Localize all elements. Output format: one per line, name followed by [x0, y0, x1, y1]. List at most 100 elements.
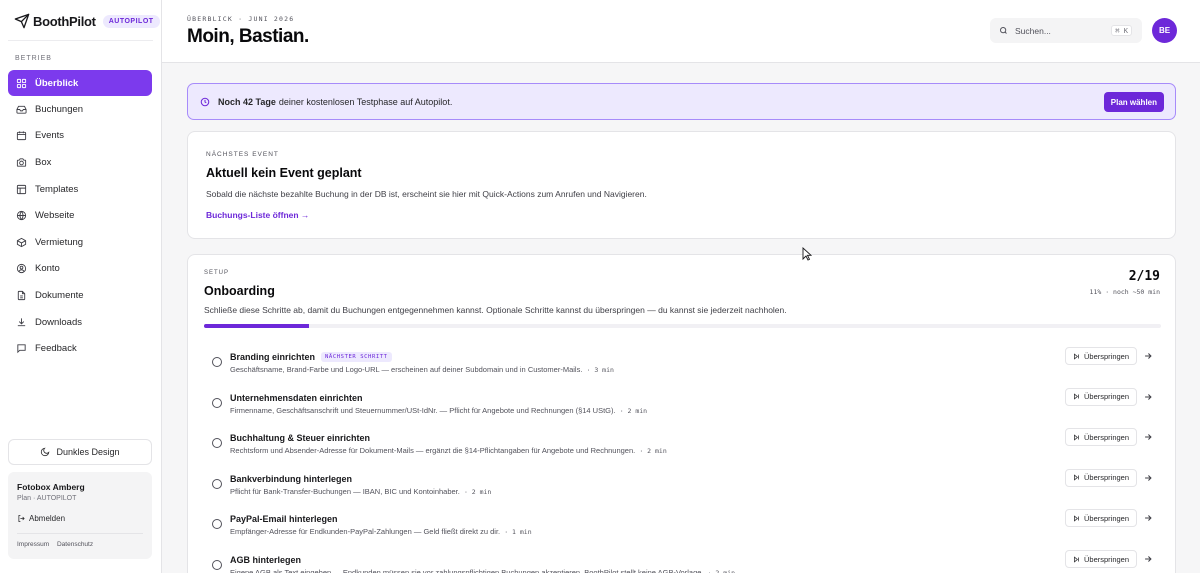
arrow-right-icon[interactable]: [1143, 392, 1153, 402]
logout-icon: [18, 515, 25, 522]
step-checkbox[interactable]: [212, 357, 222, 367]
onboarding-step[interactable]: Unternehmensdaten einrichten Firmenname, …: [204, 387, 1161, 431]
skip-label: Überspringen: [1084, 392, 1130, 402]
clock-icon: [200, 97, 210, 106]
arrow-right-icon[interactable]: [1143, 513, 1153, 523]
step-description: Pflicht für Bank-Transfer-Buchungen — IB…: [230, 486, 460, 496]
sidebar-item-label: Templates: [35, 183, 79, 195]
sidebar-item-label: Buchungen: [35, 103, 84, 115]
skip-forward-icon: [1074, 515, 1079, 522]
skip-button[interactable]: Überspringen: [1065, 468, 1137, 487]
skip-label: Überspringen: [1084, 432, 1130, 442]
account-card: Fotobox Amberg Plan · AUTOPILOT Abmelden…: [8, 472, 152, 559]
search-icon: [1000, 27, 1007, 34]
sidebar-item-label: Dokumente: [35, 289, 84, 301]
step-title: Branding einrichten: [230, 352, 316, 362]
step-title: Bankverbindung hinterlegen: [230, 473, 353, 484]
step-checkbox[interactable]: [212, 438, 222, 449]
sidebar-item-buchungen[interactable]: Buchungen: [8, 96, 152, 123]
sidebar-item-label: Überblick: [35, 77, 79, 89]
layout-icon: [16, 184, 27, 194]
arrow-right-icon[interactable]: [1143, 351, 1153, 361]
step-checkbox[interactable]: [212, 560, 222, 570]
skip-button[interactable]: Überspringen: [1065, 550, 1137, 568]
open-bookings-link[interactable]: Buchungs-Liste öffnen →: [206, 210, 309, 220]
sidebar-item-webseite[interactable]: Webseite: [8, 202, 152, 229]
footer-links: Impressum Datenschutz: [17, 541, 99, 548]
sidebar-item-dokumente[interactable]: Dokumente: [8, 282, 152, 309]
datenschutz-link[interactable]: Datenschutz: [57, 541, 93, 548]
step-title-row: Unternehmensdaten einrichten: [230, 393, 363, 403]
sidebar-item-box[interactable]: Box: [8, 149, 152, 176]
sidebar-item-downloads[interactable]: Downloads: [8, 309, 152, 336]
step-checkbox[interactable]: [212, 397, 222, 408]
onboarding-step[interactable]: Bankverbindung hinterlegen Pflicht für Ba…: [204, 468, 1161, 512]
sidebar-item-label: Events: [35, 130, 65, 142]
logout-label: Abmelden: [29, 514, 66, 523]
step-duration: · 3 min: [586, 366, 614, 374]
step-duration: · 2 min: [463, 487, 492, 496]
step-duration: · 2 min: [639, 447, 667, 456]
camera-icon: [16, 158, 27, 167]
step-duration: · 1 min: [504, 528, 532, 537]
onboarding-step[interactable]: Branding einrichten NÄCHSTER SCHRITT Gesch…: [204, 347, 1161, 390]
mouse-cursor-icon: [802, 247, 812, 261]
account-plan: Plan · AUTOPILOT: [17, 495, 77, 502]
step-title-row: AGB hinterlegen: [230, 555, 301, 565]
skip-label: Überspringen: [1084, 554, 1130, 564]
sidebar-item-feedback[interactable]: Feedback: [8, 335, 152, 362]
step-checkbox[interactable]: [212, 478, 222, 489]
progress-fill: [204, 324, 310, 328]
brand-name: BoothPilot: [33, 13, 96, 29]
choose-plan-button[interactable]: Plan wählen: [1103, 92, 1164, 112]
brand[interactable]: BoothPilot AUTOPILOT: [14, 12, 160, 30]
onboarding-step[interactable]: PayPal-Email hinterlegen Empfänger-Adress…: [204, 509, 1161, 552]
logout-link[interactable]: Abmelden: [17, 514, 65, 523]
sidebar-item-konto[interactable]: Konto: [8, 256, 152, 283]
dark-mode-toggle[interactable]: Dunkles Design: [8, 439, 152, 465]
divider: [8, 40, 153, 41]
sidebar-item-templates[interactable]: Templates: [8, 176, 152, 203]
card-eyebrow: SETUP: [204, 270, 230, 276]
progress-meta: 11% · noch ~50 min: [1089, 288, 1160, 296]
skip-label: Überspringen: [1084, 351, 1130, 361]
onboarding-step[interactable]: Buchhaltung & Steuer einrichten Rechtsfor…: [204, 428, 1161, 471]
step-description-row: Empfänger-Adresse für Endkunden-PayPal-Z…: [230, 527, 532, 536]
arrow-right-icon[interactable]: [1143, 554, 1153, 564]
globe-icon: [16, 211, 27, 221]
impressum-link[interactable]: Impressum: [17, 541, 49, 548]
step-checkbox[interactable]: [212, 519, 222, 530]
download-icon: [17, 317, 26, 326]
sidebar-item-ueberblick[interactable]: Überblick: [8, 70, 152, 96]
trial-banner: Noch 42 Tage deiner kostenlosen Testphas…: [187, 83, 1176, 120]
user-circle-icon: [16, 264, 27, 274]
step-title-row: Bankverbindung hinterlegen: [230, 474, 352, 484]
skip-button[interactable]: Überspringen: [1065, 347, 1137, 365]
step-description-row: Pflicht für Bank-Transfer-Buchungen — IB…: [230, 487, 491, 496]
card-description: Sobald die nächste bezahlte Buchung in d…: [206, 189, 647, 199]
step-title-row: Branding einrichten NÄCHSTER SCHRITT: [230, 352, 392, 362]
card-eyebrow: NÄCHSTES EVENT: [206, 151, 279, 158]
arrow-right-icon[interactable]: [1143, 432, 1153, 442]
skip-button[interactable]: Überspringen: [1065, 509, 1137, 528]
step-title: Unternehmensdaten einrichten: [230, 392, 363, 403]
skip-button[interactable]: Überspringen: [1065, 428, 1137, 447]
skip-button[interactable]: Überspringen: [1065, 387, 1137, 406]
onboarding-step[interactable]: AGB hinterlegen Eigene AGB als Text einge…: [204, 550, 1161, 573]
step-title-row: Buchhaltung & Steuer einrichten: [230, 433, 370, 443]
trial-days: Noch 42 Tage: [218, 96, 276, 107]
sidebar-item-label: Vermietung: [35, 236, 84, 248]
skip-forward-icon: [1074, 434, 1079, 441]
sidebar-item-label: Box: [35, 156, 52, 168]
sidebar: BoothPilot AUTOPILOT BETRIEB Überblick B…: [0, 0, 162, 573]
card-title: Aktuell kein Event geplant: [206, 166, 362, 180]
avatar[interactable]: BE: [1152, 18, 1177, 43]
step-description-row: Geschäftsname, Brand-Farbe und Logo-URL …: [230, 365, 614, 374]
moon-icon: [41, 447, 50, 457]
arrow-right-icon[interactable]: [1143, 473, 1153, 483]
sidebar-item-vermietung[interactable]: Vermietung: [8, 229, 152, 256]
skip-forward-icon: [1074, 474, 1079, 481]
sidebar-item-events[interactable]: Events: [8, 123, 152, 150]
sidebar-item-label: Konto: [35, 263, 60, 275]
search-input[interactable]: Suchen... ⌘ K: [990, 18, 1142, 43]
